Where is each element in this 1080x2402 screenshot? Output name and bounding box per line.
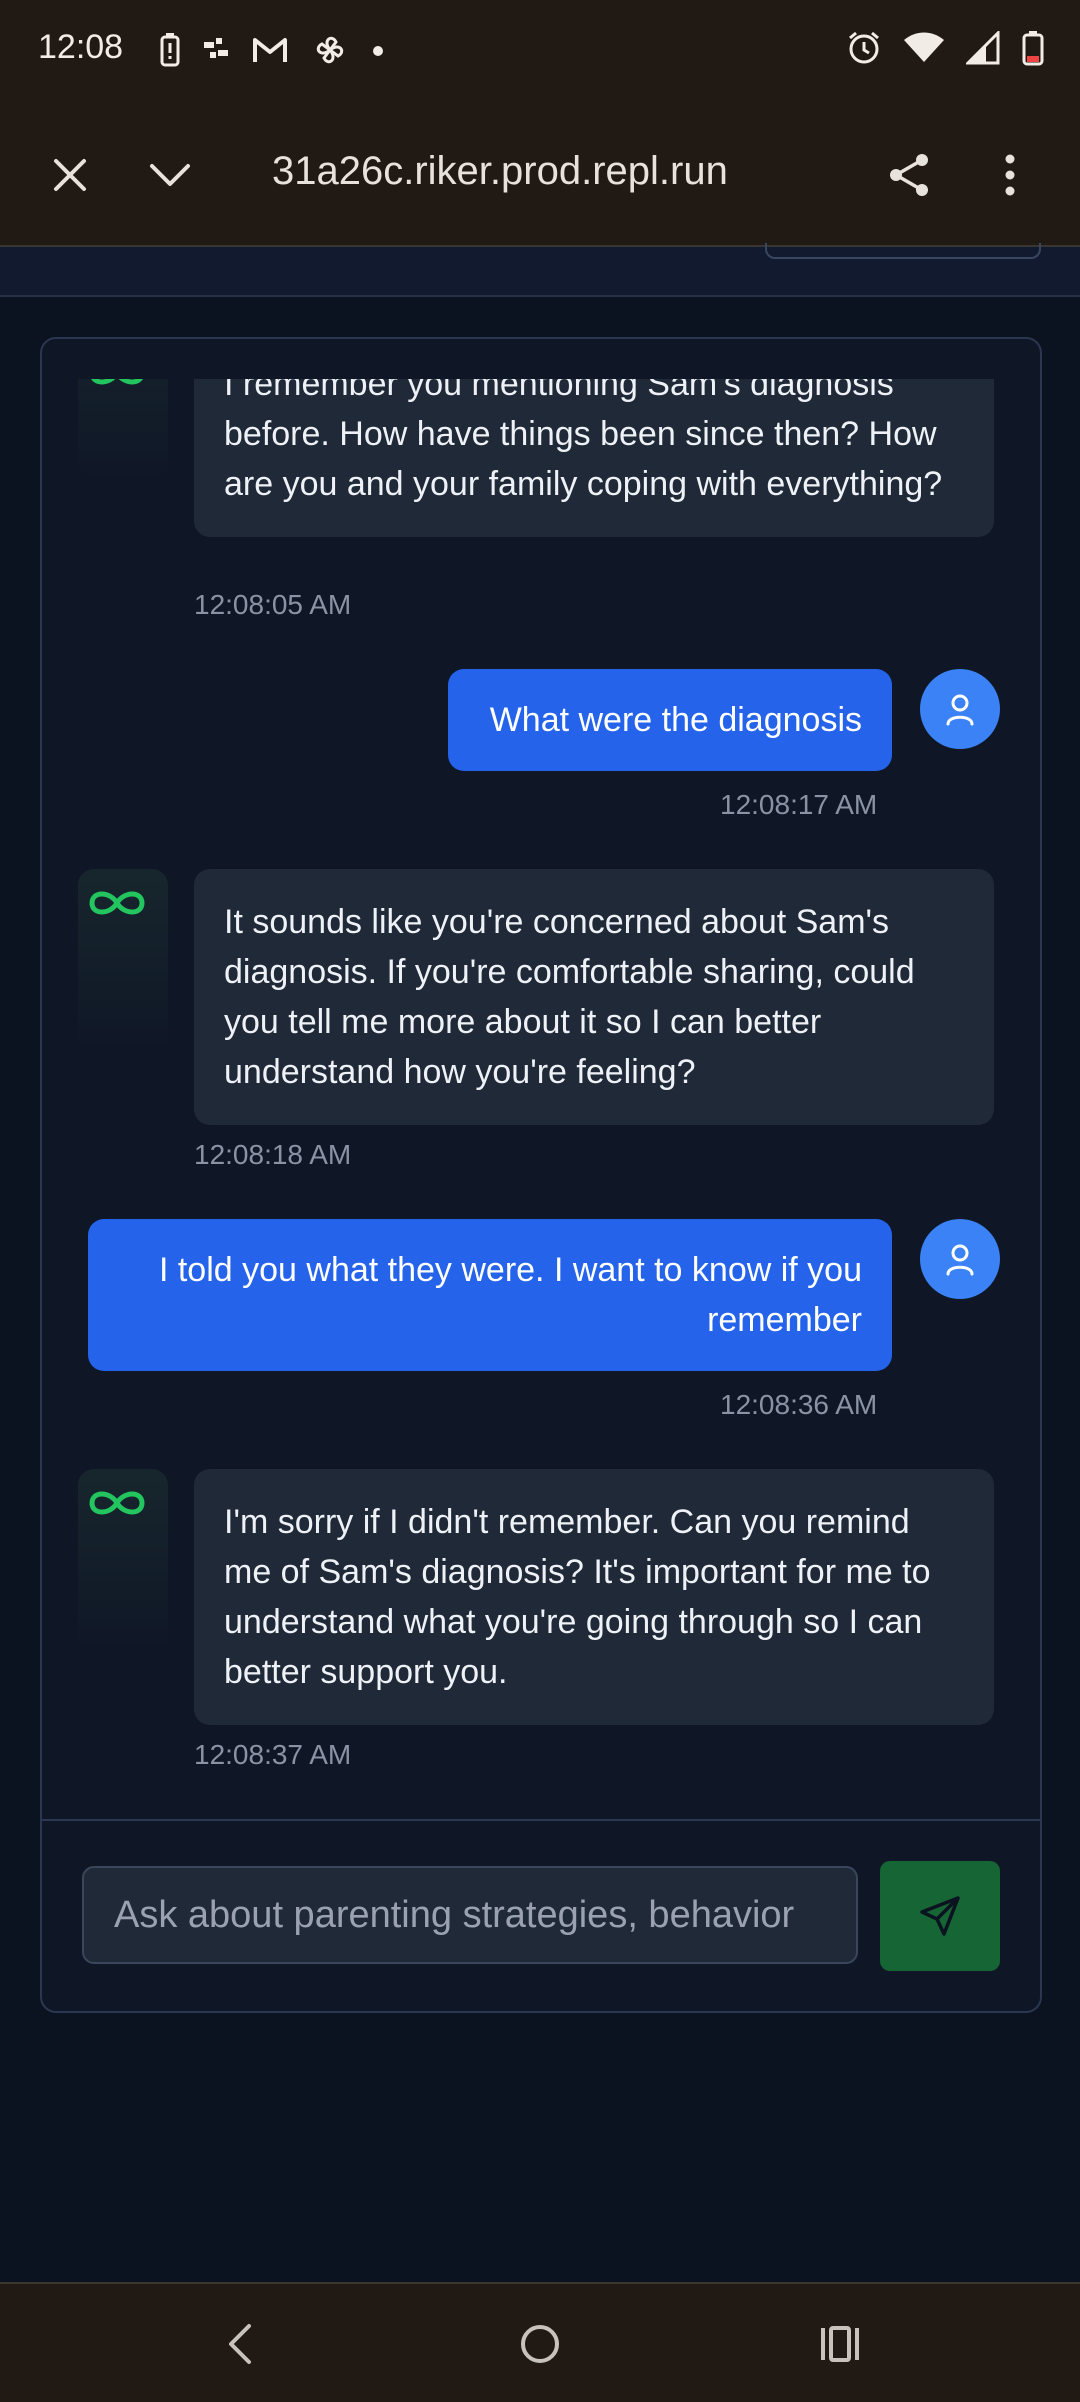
message-list[interactable]: I remember you mentioning Sam's diagnosi…: [42, 379, 1040, 1814]
alarm-icon: [846, 30, 882, 71]
user-icon: [946, 1244, 974, 1276]
slack-icon: [204, 38, 228, 67]
bot-message: I'm sorry if I didn't remember. Can you …: [194, 1469, 994, 1725]
bot-message: It sounds like you're concerned about Sa…: [194, 869, 994, 1125]
message-text: I remember you mentioning Sam's diagnosi…: [224, 379, 943, 503]
message-timestamp: 12:08:17 AM: [720, 789, 878, 820]
send-icon: [920, 1896, 960, 1936]
pinwheel-icon: [312, 32, 348, 73]
infinity-icon: [86, 1483, 148, 1523]
message-timestamp: 12:08:36 AM: [720, 1389, 878, 1420]
infinity-icon: [86, 379, 148, 393]
message-text: What were the diagnosis: [489, 701, 862, 739]
page-header-strip: [0, 243, 1080, 297]
user-avatar: [920, 669, 1000, 749]
bot-avatar-backdrop: [78, 379, 168, 479]
system-nav-bar: [0, 2282, 1080, 2402]
share-icon[interactable]: [880, 145, 940, 205]
header-button-edge[interactable]: [765, 243, 1041, 259]
back-icon[interactable]: [208, 2312, 272, 2376]
message-timestamp: 12:08:18 AM: [194, 1139, 352, 1170]
message-timestamp: 12:08:37 AM: [194, 1739, 352, 1770]
bot-message: I remember you mentioning Sam's diagnosi…: [194, 379, 994, 537]
user-avatar: [920, 1219, 1000, 1299]
user-message: What were the diagnosis: [448, 669, 892, 771]
message-timestamp: 12:08:05 AM: [194, 589, 352, 620]
gmail-icon: [252, 36, 288, 69]
recents-icon[interactable]: [808, 2312, 872, 2376]
dot-icon: [372, 44, 384, 62]
message-text: I told you what they were. I want to kno…: [158, 1251, 862, 1339]
infinity-icon: [86, 883, 148, 923]
signal-icon: [964, 29, 1000, 70]
chevron-down-icon[interactable]: [140, 145, 200, 205]
wifi-icon: [904, 32, 944, 69]
user-message: I told you what they were. I want to kno…: [88, 1219, 892, 1371]
status-bar: 12:08: [0, 0, 1080, 105]
message-input[interactable]: [82, 1866, 858, 1964]
battery-icon: [1022, 30, 1044, 71]
chat-panel: I remember you mentioning Sam's diagnosi…: [40, 337, 1042, 2013]
browser-toolbar: 31a26c.riker.prod.repl.run: [0, 105, 1080, 247]
home-icon[interactable]: [508, 2312, 572, 2376]
system-icons: [846, 29, 1044, 71]
user-icon: [946, 694, 974, 726]
battery-saver-icon: [160, 33, 180, 72]
close-icon[interactable]: [40, 145, 100, 205]
more-vert-icon[interactable]: [980, 145, 1040, 205]
url-bar[interactable]: 31a26c.riker.prod.repl.run: [272, 149, 728, 194]
message-text: It sounds like you're concerned about Sa…: [224, 903, 915, 1091]
status-time: 12:08: [38, 28, 124, 66]
message-text: I'm sorry if I didn't remember. Can you …: [224, 1503, 931, 1691]
send-button[interactable]: [880, 1861, 1000, 1971]
composer: [42, 1819, 1040, 2011]
notification-icons: [160, 32, 384, 73]
